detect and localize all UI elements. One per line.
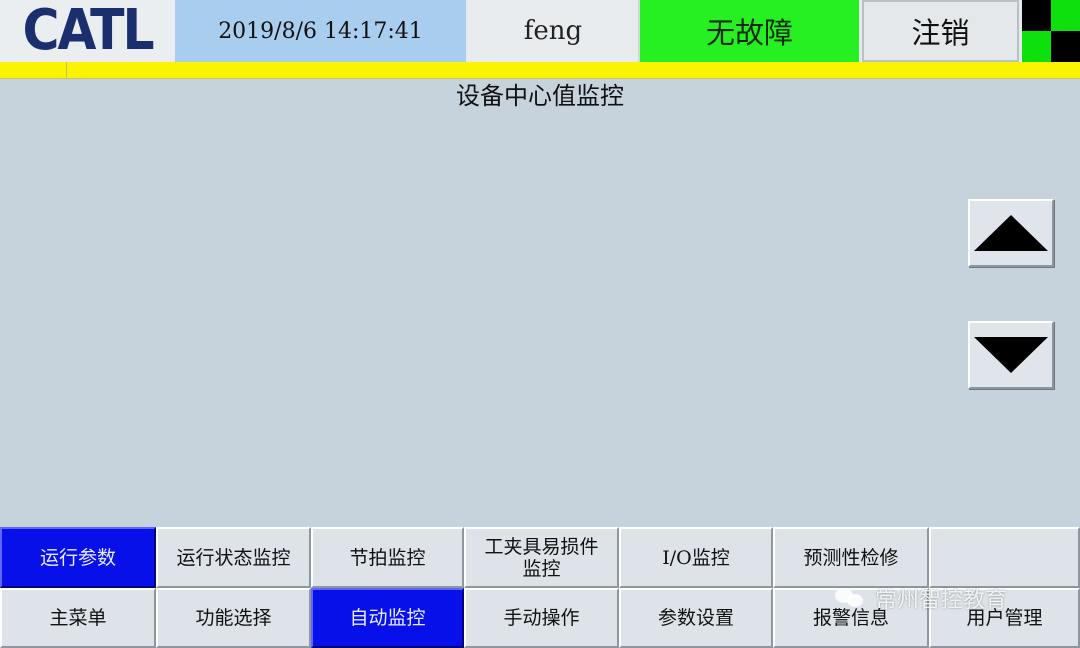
catl-logo: CATL xyxy=(0,0,175,62)
nav-manual-operation[interactable]: 手动操作 xyxy=(464,588,619,648)
tab-tooling-wear-monitor[interactable]: 工夹具易损件 监控 xyxy=(464,527,619,588)
sub-tab-bar: 运行参数 运行状态监控 节拍监控 工夹具易损件 监控 I/O监控 预测性检修 xyxy=(0,527,1080,588)
page-title: 设备中心值监控 xyxy=(456,82,624,110)
scroll-up-button[interactable] xyxy=(968,199,1054,267)
nav-main-menu[interactable]: 主菜单 xyxy=(0,588,156,648)
tab-run-params[interactable]: 运行参数 xyxy=(0,527,156,588)
current-user: feng xyxy=(468,0,640,62)
tab-run-status-monitor[interactable]: 运行状态监控 xyxy=(156,527,311,588)
nav-alarm-info[interactable]: 报警信息 xyxy=(773,588,929,648)
tab-empty[interactable] xyxy=(929,527,1080,588)
arrow-up-icon xyxy=(974,215,1048,251)
header-bar: CATL 2019/8/6 14:17:41 feng 无故障 注销 xyxy=(0,0,1080,62)
heartbeat-indicator-icon xyxy=(1019,0,1080,62)
arrow-down-icon xyxy=(974,337,1048,373)
logout-button[interactable]: 注销 xyxy=(862,0,1019,62)
nav-auto-monitor[interactable]: 自动监控 xyxy=(311,588,464,648)
fault-status-indicator: 无故障 xyxy=(640,0,862,62)
nav-user-management[interactable]: 用户管理 xyxy=(929,588,1080,648)
tab-io-monitor[interactable]: I/O监控 xyxy=(619,527,773,588)
nav-function-select[interactable]: 功能选择 xyxy=(156,588,311,648)
nav-parameter-settings[interactable]: 参数设置 xyxy=(619,588,773,648)
alarm-message-bar xyxy=(0,62,1080,79)
tab-cycle-monitor[interactable]: 节拍监控 xyxy=(311,527,464,588)
scroll-down-button[interactable] xyxy=(968,321,1054,389)
logo-text: CATL xyxy=(22,0,154,63)
main-nav-bar: 主菜单 功能选择 自动监控 手动操作 参数设置 报警信息 用户管理 xyxy=(0,588,1080,648)
tab-predictive-maintenance[interactable]: 预测性检修 xyxy=(773,527,929,588)
datetime-display: 2019/8/6 14:17:41 xyxy=(175,0,468,62)
